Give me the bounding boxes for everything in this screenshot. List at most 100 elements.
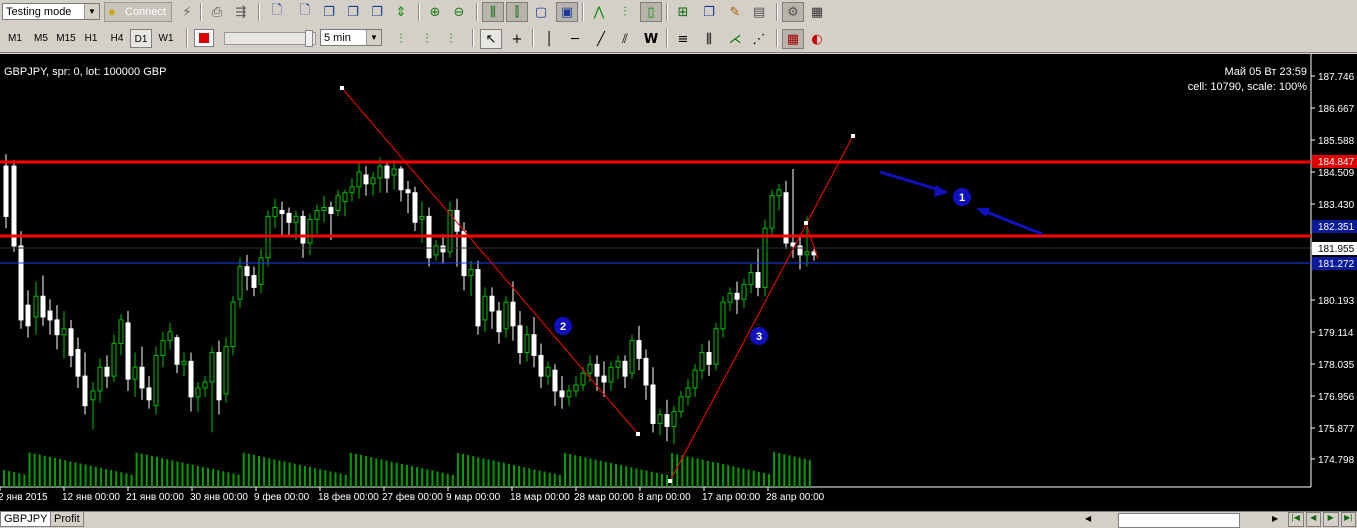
settings-icon[interactable]: ⚙ <box>782 2 804 22</box>
template-icon[interactable]: ❐ <box>366 2 388 22</box>
timeframe-h4[interactable]: H4 <box>106 29 128 48</box>
timeframe-m15[interactable]: M15 <box>54 29 78 48</box>
candle-body <box>153 354 159 407</box>
chart-window[interactable]: 1 2 3 187.746 186.667 185.588 184.509 183.430 18… <box>0 54 1357 511</box>
colors-icon[interactable]: ▦ <box>782 29 804 49</box>
properties-icon[interactable]: ▦ <box>806 2 828 22</box>
lightning-icon[interactable]: ⚡ <box>176 2 198 22</box>
last-tab-icon[interactable]: ▶| <box>1340 512 1356 527</box>
next-tab-icon[interactable]: ▶ <box>1323 512 1339 527</box>
candle-body <box>587 363 593 374</box>
text-tool-icon[interactable]: W <box>640 29 662 49</box>
play-icon[interactable]: ⫶ <box>440 29 462 49</box>
document-icon[interactable]: 🗋 <box>294 2 316 22</box>
channel-icon[interactable]: ⫽ <box>614 29 636 49</box>
pitchfork-icon[interactable]: ⋰ <box>748 29 770 49</box>
timeframe-h1[interactable]: H1 <box>80 29 102 48</box>
cycles-icon[interactable]: ⫼ <box>698 29 720 49</box>
annotation-label: 2 <box>560 321 566 333</box>
candle-body <box>559 390 565 398</box>
candle-body <box>447 209 453 253</box>
window-icon[interactable]: ▢ <box>530 2 552 22</box>
slider-handle[interactable] <box>305 30 313 47</box>
crosshair-icon[interactable]: + <box>506 29 528 49</box>
scroll-left-icon[interactable]: ◀ <box>1085 514 1097 524</box>
scroll-right-icon[interactable]: ▶ <box>1272 514 1284 524</box>
move-icon[interactable]: ⇕ <box>390 2 412 22</box>
speed-slider[interactable] <box>224 30 316 47</box>
window-split-icon[interactable]: ▣ <box>556 2 578 22</box>
paste-icon[interactable]: ❐ <box>342 2 364 22</box>
step-icon[interactable]: ⫶ <box>416 29 438 49</box>
candle-body <box>685 387 691 398</box>
stop-button[interactable] <box>194 29 214 47</box>
new-file-icon[interactable]: 🗋 <box>266 2 288 22</box>
time-label: 21 янв 00:00 <box>126 492 184 503</box>
price-label: 176.956 <box>1318 392 1355 403</box>
step-forward-icon[interactable]: ⫶ <box>390 29 412 49</box>
trendline-anchor <box>340 86 344 90</box>
price-label: 185.588 <box>1318 136 1355 147</box>
candle-body <box>97 366 103 392</box>
bars-icon[interactable]: ⫶ <box>614 2 636 22</box>
zoom-in-icon[interactable]: ⊕ <box>424 2 446 22</box>
trendline-anchor <box>804 221 808 225</box>
connect-button[interactable]: ● Connect <box>104 2 172 22</box>
timeframe-w1[interactable]: W1 <box>155 29 177 48</box>
cell-info: cell: 10790, scale: 100% <box>1187 81 1307 93</box>
candle-body <box>258 257 264 285</box>
monitor-icon[interactable]: ▤ <box>748 2 770 22</box>
line-chart-icon[interactable]: ⋀ <box>588 2 610 22</box>
zoom-out-icon[interactable]: ⊖ <box>448 2 470 22</box>
trendline-icon[interactable]: ╱ <box>590 29 612 49</box>
fibo-icon[interactable]: ≡ <box>672 29 694 49</box>
prev-tab-icon[interactable]: ◀ <box>1305 512 1321 527</box>
candle-body <box>699 351 705 371</box>
candle-icon[interactable]: ▯ <box>640 2 662 22</box>
brush-icon[interactable]: ✎ <box>724 2 746 22</box>
time-label: 9 мар 00:00 <box>446 492 501 503</box>
separator <box>186 29 188 47</box>
objects-icon[interactable]: ◐ <box>806 29 828 49</box>
chevron-down-icon: ▼ <box>84 4 99 19</box>
candle-body <box>111 343 117 377</box>
copy-chart-icon[interactable]: ❐ <box>698 2 720 22</box>
timeframe-d1[interactable]: D1 <box>130 29 152 48</box>
timeframe-m1[interactable]: M1 <box>4 29 26 48</box>
candle-body <box>223 346 229 395</box>
horizontal-line-icon[interactable]: ─ <box>564 29 586 49</box>
candle-body <box>11 165 17 247</box>
candle-body <box>363 174 369 185</box>
trendline-anchor <box>668 479 672 483</box>
candle-body <box>33 295 39 318</box>
candle-body <box>272 207 278 217</box>
timeframe-m5[interactable]: M5 <box>30 29 52 48</box>
fan-icon[interactable]: ⋌ <box>724 29 746 49</box>
candle-body <box>314 209 320 220</box>
price-label: 186.667 <box>1318 104 1355 115</box>
add-chart-icon[interactable]: ⊞ <box>672 2 694 22</box>
copy-icon[interactable]: ❐ <box>318 2 340 22</box>
candle-body <box>580 372 586 386</box>
replay-icon[interactable]: ⇶ <box>230 2 252 22</box>
candle-body <box>216 351 222 401</box>
speed-select[interactable]: 5 min ▼ <box>320 29 382 46</box>
tab-gbpjpy[interactable]: GBPJPY <box>0 512 52 527</box>
price-tag-blue2-label: 181.272 <box>1318 259 1355 270</box>
price-label: 183.430 <box>1318 200 1355 211</box>
print-icon[interactable]: ⎙ <box>206 2 228 22</box>
trendline-anchor <box>636 432 640 436</box>
cursor-icon[interactable]: ↖ <box>480 29 502 49</box>
first-tab-icon[interactable]: |◀ <box>1288 512 1304 527</box>
candles-chart-icon[interactable]: ⫿ <box>506 2 528 22</box>
candle-body <box>75 348 81 377</box>
candle-body <box>251 275 257 288</box>
bar-chart-icon[interactable]: ⫼ <box>482 2 504 22</box>
mode-select[interactable]: Testing mode ▼ <box>2 3 100 20</box>
candle-body <box>377 165 383 179</box>
time-label: 28 апр 00:00 <box>766 492 825 503</box>
candle-body <box>349 186 355 194</box>
price-chart[interactable]: 1 2 3 187.746 186.667 185.588 184.509 183.430 18… <box>0 54 1357 511</box>
vertical-line-icon[interactable]: │ <box>538 29 560 49</box>
tab-profit[interactable]: Profit <box>50 512 84 527</box>
